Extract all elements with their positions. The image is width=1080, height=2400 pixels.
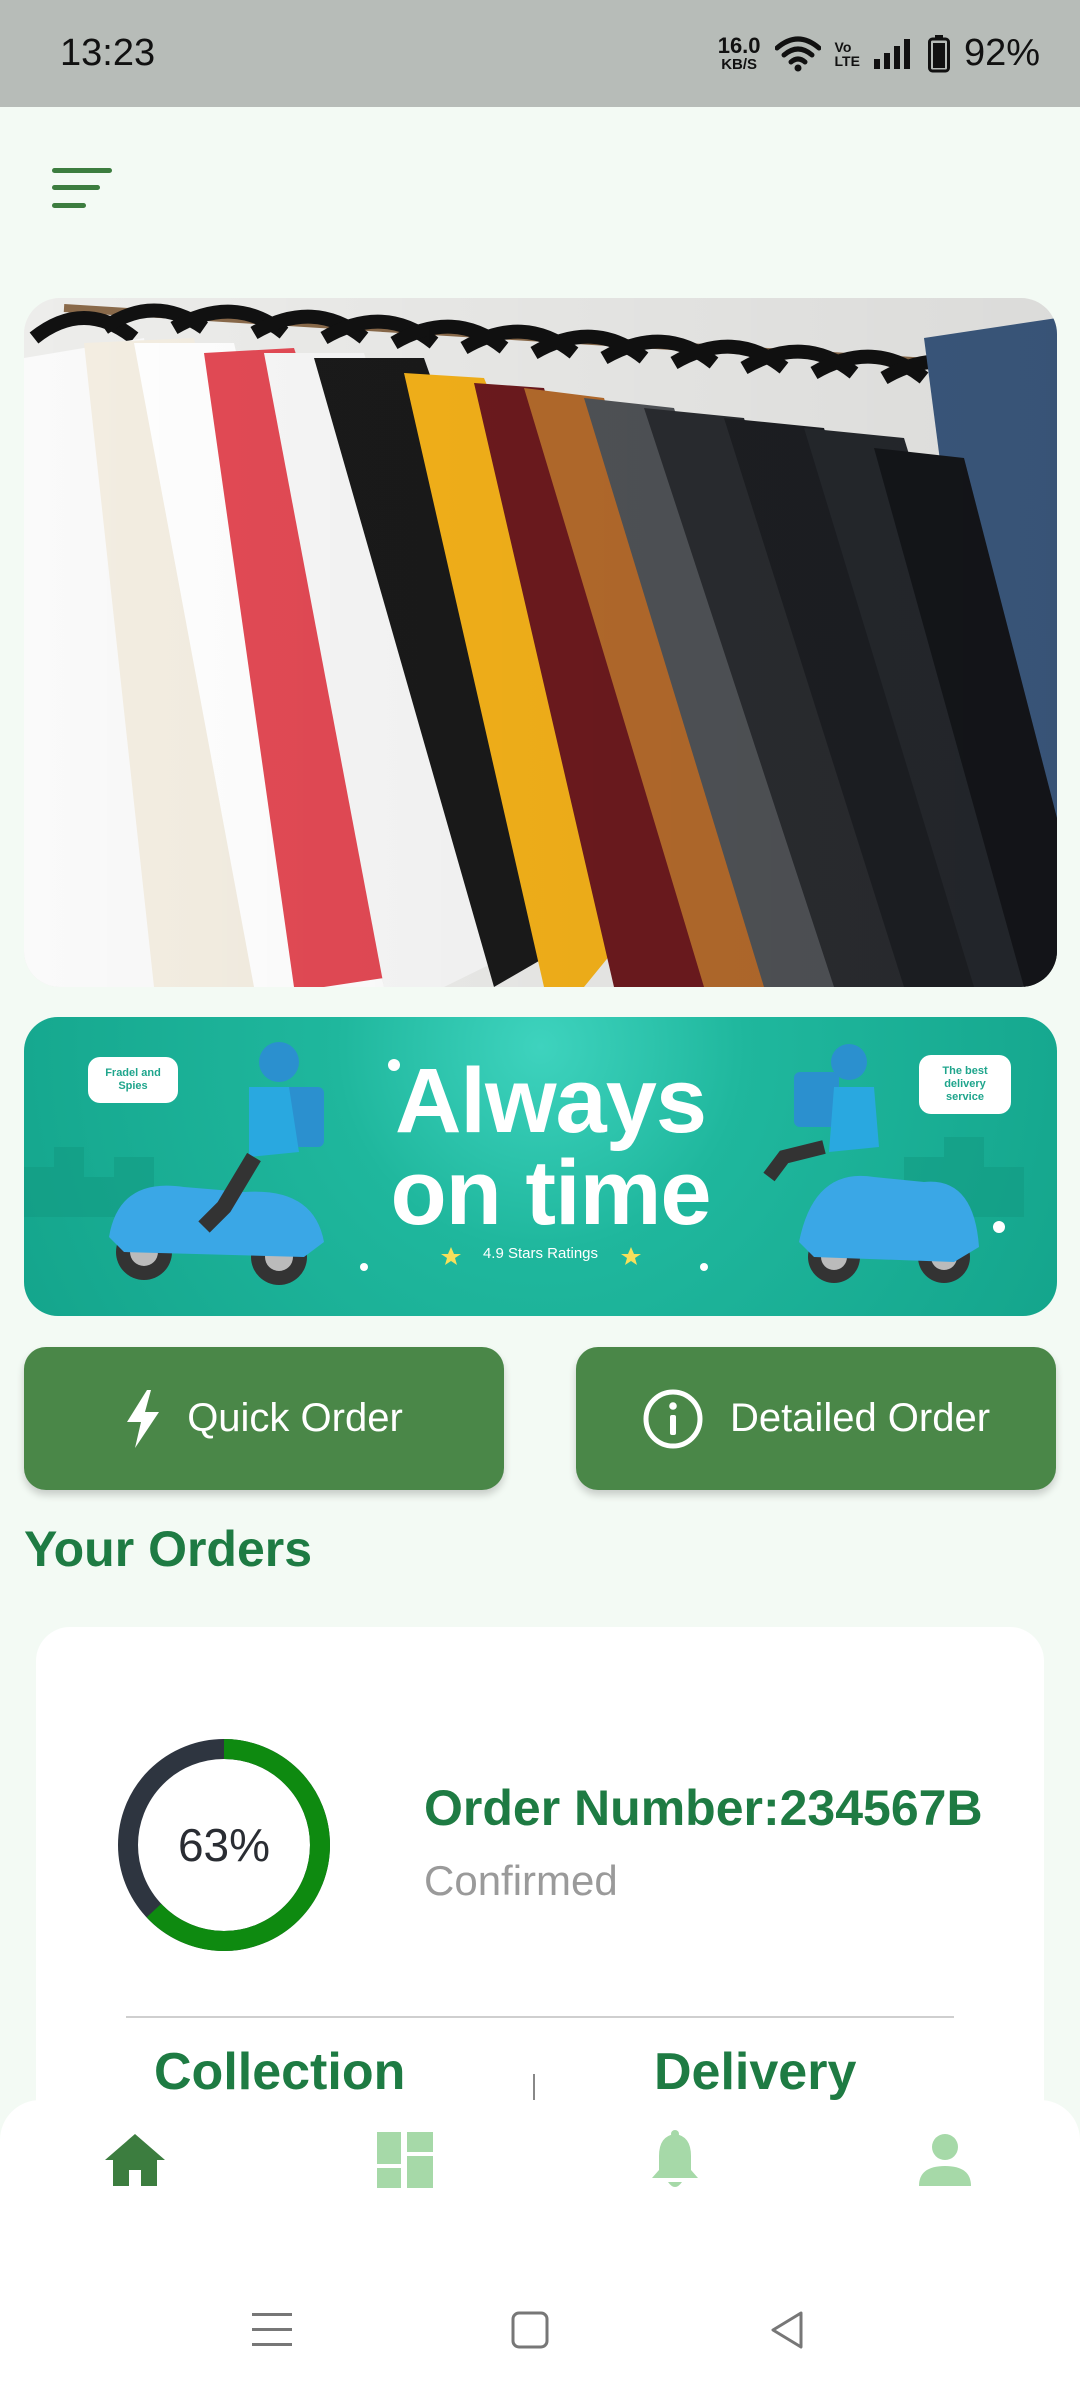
info-icon: [643, 1389, 703, 1448]
network-speed-unit: KB/S: [721, 56, 758, 73]
menu-line: [52, 203, 86, 208]
order-status: Confirmed: [424, 1857, 618, 1904]
back-icon[interactable]: [763, 2305, 813, 2355]
nav-home[interactable]: [100, 2125, 170, 2195]
status-bar: 13:23 16.0 KB/S Vo LTE 92%: [0, 0, 1080, 107]
volte-indicator: Vo LTE: [835, 40, 860, 68]
promo-banner[interactable]: Fradel and Spies The best delivery servi…: [24, 1017, 1057, 1316]
banner-title: Always on time: [24, 1055, 1057, 1239]
volte-line2: LTE: [834, 52, 860, 69]
profile-icon: [919, 2134, 971, 2186]
delivery-heading: Delivery: [654, 2043, 857, 2101]
dashboard-icon: [377, 2132, 433, 2188]
wifi-icon: [774, 36, 821, 71]
status-icons: 16.0 KB/S Vo LTE 92%: [718, 32, 1040, 75]
battery-icon: [927, 34, 950, 72]
detailed-order-button[interactable]: Detailed Order: [576, 1347, 1056, 1490]
your-orders-heading: Your Orders: [24, 1521, 313, 1577]
menu-line: [52, 168, 112, 173]
network-speed: 16.0 KB/S: [717, 33, 761, 73]
nav-dashboard[interactable]: [370, 2125, 440, 2195]
collection-heading: Collection: [154, 2043, 406, 2101]
nav-profile[interactable]: [910, 2125, 980, 2195]
recents-menu-icon[interactable]: [247, 2305, 297, 2355]
quick-order-label: Quick Order: [187, 1396, 403, 1440]
banner-title-line1: Always: [394, 1050, 707, 1152]
bell-icon: [652, 2130, 698, 2187]
status-time: 13:23: [60, 32, 156, 74]
banner-subtitle: 4.9 Stars Ratings: [482, 1245, 599, 1262]
menu-button[interactable]: [52, 165, 116, 215]
quick-order-button[interactable]: Quick Order: [24, 1347, 504, 1490]
signal-icon: [873, 38, 910, 69]
volte-line1: Vo: [834, 38, 852, 55]
menu-line: [52, 185, 100, 190]
network-speed-value: 16.0: [717, 33, 761, 58]
column-separator: [533, 2074, 535, 2100]
home-square-icon[interactable]: [505, 2305, 555, 2355]
hero-image-clothes-rack: [24, 298, 1057, 987]
order-progress-label: 63%: [177, 1819, 271, 1871]
nav-notifications[interactable]: [640, 2125, 710, 2195]
detailed-order-label: Detailed Order: [729, 1396, 991, 1440]
card-divider: [126, 2016, 954, 2018]
home-icon: [105, 2134, 165, 2186]
order-number: Order Number:234567B: [424, 1780, 983, 1836]
lightning-icon: [127, 1389, 160, 1448]
battery-percent: 92%: [963, 32, 1040, 74]
banner-title-line2: on time: [390, 1142, 711, 1244]
